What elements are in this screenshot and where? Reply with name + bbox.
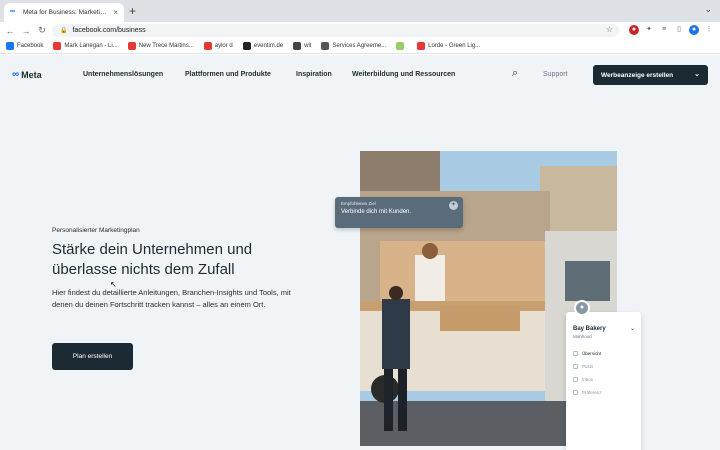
bookmark-favicon-icon	[6, 42, 14, 50]
new-tab-button[interactable]: +	[129, 4, 136, 18]
recommended-goal-card: Empfohlenes Ziel Verbinde dich mit Kunde…	[335, 197, 463, 228]
business-menu: Übersicht Posts Inbox Präferenz	[573, 351, 634, 395]
bookmark-star-icon[interactable]: ☆	[606, 25, 613, 34]
lock-icon: 🔒	[60, 28, 68, 34]
bookmark-item[interactable]: aylor d	[203, 42, 233, 50]
meta-logo[interactable]: ∞ Meta	[12, 69, 42, 80]
hero-body: Hier findest du detaillierte Anleitungen…	[52, 288, 291, 309]
bookmark-item[interactable]: New Trece Martins...	[127, 42, 194, 50]
back-icon[interactable]: ←	[4, 26, 16, 36]
nav-item-inspiration[interactable]: Inspiration	[296, 71, 332, 78]
tab-title: Meta for Business: Marketing ...	[23, 9, 110, 16]
bookmark-favicon-icon	[321, 42, 330, 50]
bookmark-favicon-icon	[293, 42, 302, 50]
puzzle-icon[interactable]: ✦	[644, 25, 654, 35]
chevron-down-icon: ⌄	[629, 326, 635, 332]
more-menu-icon[interactable]: ⋮	[704, 25, 714, 35]
search-icon[interactable]: ⌕	[512, 67, 518, 80]
business-profile-card: ● ⌄ Bay Bakery Manhood Übersicht Posts I…	[566, 300, 641, 450]
tab-search-icon[interactable]: ⌄	[704, 4, 712, 15]
goal-label: Empfohlenes Ziel	[341, 201, 376, 206]
avatar: ●	[574, 300, 590, 316]
meta-favicon-icon: ∞	[10, 8, 15, 15]
create-ad-button[interactable]: Werbeanzeige erstellen ⌄	[593, 65, 708, 85]
bookmark-favicon-icon	[396, 42, 405, 50]
bookmark-item[interactable]: Facebook	[6, 42, 43, 50]
inbox-icon	[573, 377, 578, 382]
profile-avatar-icon[interactable]: ●	[689, 25, 699, 35]
bookmark-item[interactable]: eventim.de	[242, 42, 284, 50]
bookmark-item[interactable]: Services Agreeme...	[321, 42, 386, 50]
extension-icon[interactable]: ●	[629, 25, 639, 35]
extensions-area: ● ✦ ≡ ▯ ● ⋮	[629, 25, 714, 35]
support-link[interactable]: Support	[543, 71, 568, 78]
bookmark-label: aylor d	[214, 43, 233, 49]
page: ∞ Meta Unternehmenslösungen Plattformen …	[0, 55, 720, 450]
close-icon[interactable]: ×	[113, 8, 118, 17]
bookmark-label: Mark Lanegan - Li...	[64, 43, 118, 49]
bookmark-favicon-icon	[203, 42, 212, 50]
sparkle-icon: ✦	[449, 201, 458, 210]
business-menu-item: Posts	[573, 364, 634, 369]
logo-text: Meta	[21, 69, 42, 80]
url-text: facebook.com/business	[72, 27, 146, 34]
business-subtitle: Manhood	[573, 334, 592, 339]
bookmark-favicon-icon	[417, 42, 426, 50]
goal-text: Verbinde dich mit Kunden.	[341, 209, 412, 215]
mouse-cursor-icon: ↖	[110, 280, 117, 289]
business-menu-item: Übersicht	[573, 351, 634, 356]
create-ad-label: Werbeanzeige erstellen	[601, 71, 674, 79]
bookmark-item[interactable]: wit	[293, 42, 311, 50]
settings-icon	[573, 390, 578, 395]
hero-eyebrow: Personalisierter Marketingplan	[52, 227, 140, 234]
business-menu-item: Präferenz	[573, 390, 634, 395]
sidepanel-icon[interactable]: ▯	[674, 25, 684, 35]
meta-infinity-icon: ∞	[12, 69, 20, 80]
bookmark-label: Lorde - Green Lig...	[428, 43, 481, 49]
nav-item-unternehmensloesungen[interactable]: Unternehmenslösungen	[83, 71, 163, 78]
bookmark-item[interactable]: Lorde - Green Lig...	[417, 42, 480, 50]
bookmark-favicon-icon	[127, 42, 136, 50]
browser-tabstrip: ∞ Meta for Business: Marketing ... × + ⌄	[0, 0, 720, 22]
nav-item-plattformen[interactable]: Plattformen und Produkte	[185, 71, 271, 78]
browser-toolbar: ← → ↻ 🔒 facebook.com/business ☆ ● ✦ ≡ ▯ …	[0, 22, 720, 39]
bookmark-label: Facebook	[17, 43, 44, 49]
bookmark-favicon-icon	[242, 42, 251, 50]
business-name: Bay Bakery	[573, 326, 606, 332]
media-icon[interactable]: ≡	[659, 25, 669, 35]
bookmark-item[interactable]: Mark Lanegan - Li...	[53, 42, 118, 50]
bookmarks-bar: Facebook Mark Lanegan - Li... New Trece Ma…	[0, 39, 720, 54]
create-plan-button[interactable]: Plan erstellen	[52, 343, 133, 370]
bookmark-label: New Trece Martins...	[138, 43, 194, 49]
site-header: ∞ Meta Unternehmenslösungen Plattformen …	[0, 55, 720, 95]
bookmark-favicon-icon	[53, 42, 62, 50]
bookmark-label: eventim.de	[253, 43, 284, 49]
address-bar[interactable]: 🔒 facebook.com/business ☆	[52, 24, 619, 37]
browser-tab[interactable]: ∞ Meta for Business: Marketing ... ×	[4, 3, 124, 22]
hero-title: Stärke dein Unternehmen und überlasse ni…	[52, 241, 253, 278]
bookmark-label: wit	[304, 43, 312, 49]
reload-icon[interactable]: ↻	[36, 25, 48, 36]
bookmark-item[interactable]	[396, 42, 407, 50]
posts-icon	[573, 364, 578, 369]
business-menu-item: Inbox	[573, 377, 634, 382]
forward-icon[interactable]: →	[20, 26, 32, 36]
home-icon	[573, 351, 578, 356]
bookmark-label: Services Agreeme...	[332, 43, 387, 49]
nav-item-weiterbildung[interactable]: Weiterbildung und Ressourcen	[352, 71, 455, 78]
chevron-down-icon: ⌄	[694, 71, 700, 78]
